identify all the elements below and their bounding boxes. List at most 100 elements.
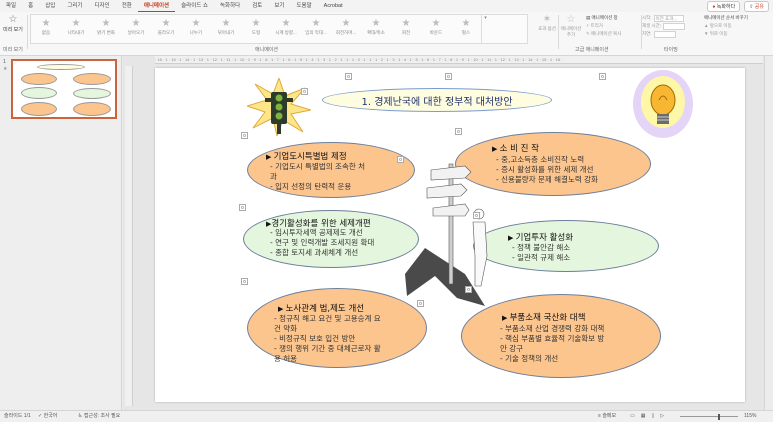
box-line: - 정책 불안감 해소 — [512, 243, 571, 252]
animation-order-marker[interactable]: 0 — [465, 286, 472, 293]
tab-6[interactable]: 애니메이션 — [137, 0, 176, 12]
animation-star-icon: ★ — [311, 18, 321, 29]
vertical-scrollbar[interactable] — [764, 56, 773, 410]
animation-option-label: 바운드 — [429, 30, 443, 35]
animation-painter-label: 애니메이션 복사 — [591, 31, 622, 36]
tab-5[interactable]: 전환 — [116, 0, 138, 12]
record-dot-icon: ● — [712, 4, 716, 10]
tab-3[interactable]: 그리기 — [61, 0, 88, 12]
animation-option[interactable]: ★ 나타내기 — [61, 15, 91, 43]
tab-4[interactable]: 디자인 — [89, 0, 116, 12]
share-button[interactable]: ⇪ 공유 — [744, 1, 769, 12]
accessibility-indicator[interactable]: ♿ 접근성: 조사 필요 — [78, 411, 120, 422]
tab-12[interactable]: Acrobat — [318, 0, 349, 12]
trigger-button[interactable]: ⚡ 트리거 — [586, 22, 621, 30]
reading-view-icon[interactable]: ▯ — [651, 411, 654, 422]
slideshow-icon[interactable]: ▷ — [660, 411, 664, 422]
animation-order-marker[interactable]: 0 — [239, 204, 246, 211]
animation-order-marker[interactable]: 0 — [241, 278, 248, 285]
animation-option[interactable]: ★ 확대/축소 — [361, 15, 391, 43]
slide-counter: 슬라이드 1/1 — [4, 413, 31, 419]
trigger-label: 트리거 — [590, 23, 603, 28]
tab-0[interactable]: 파일 — [0, 0, 22, 12]
notes-button[interactable]: ≡ 슬메모 — [598, 411, 616, 422]
notes-label: 슬메모 — [602, 413, 617, 419]
animation-star-icon: ★ — [71, 18, 81, 29]
animation-gallery: ★ 없음 ★ 나타내기 ★ 밝기 변화 ★ 날아오기 ★ 올라오기 ★ 나누기 ★ 닦아내기 ★ 도형 ★ 시계 … — [30, 14, 528, 44]
animation-order-marker[interactable]: 0 — [301, 88, 308, 95]
top-right-actions: ● 녹화하다 ⇪ 공유 — [707, 1, 769, 12]
ellipse-tax-reform[interactable]: ▶경기활성화를 위한 세제개편 - 임시투자세액 공제제도 개선 - 연구 및 … — [243, 210, 419, 268]
animation-option[interactable]: ★ 임의 막대... — [301, 15, 331, 43]
animation-order-marker[interactable]: 0 — [445, 73, 452, 80]
share-icon: ⇪ — [749, 4, 754, 10]
zoom-level[interactable]: 115% — [744, 411, 756, 422]
box-heading: 기업투자 활성화 — [515, 233, 574, 243]
preview-star-icon: ☆ — [8, 14, 18, 25]
box-heading: 소 비 진 작 — [499, 144, 539, 154]
add-animation-button[interactable]: ☆ 애니메이션 추가 — [560, 14, 582, 38]
zoom-slider-knob[interactable] — [718, 414, 720, 420]
animation-option[interactable]: ★ 나누기 — [181, 15, 211, 43]
move-later-label: 뒤로 이동 — [709, 31, 728, 36]
share-label: 공유 — [754, 4, 764, 10]
ellipse-parts-materials[interactable]: ▶ 부품소재 국산화 대책 - 부품소재 산업 경쟁력 강화 대책 - 핵심 부… — [461, 294, 661, 378]
animation-option[interactable]: ★ 회전 — [391, 15, 421, 43]
animation-option[interactable]: ★ 시계 방향... — [271, 15, 301, 43]
animation-star-icon: ★ — [101, 18, 111, 29]
animation-pane-label: 애니메이션 창 — [591, 15, 618, 20]
animation-option[interactable]: ★ 바운드 — [421, 15, 451, 43]
tab-9[interactable]: 검토 — [246, 0, 268, 12]
animation-order-marker[interactable]: 0 — [417, 300, 424, 307]
status-bar: 슬라이드 1/1 ✓ 한국어 ♿ 접근성: 조사 필요 ≡ 슬메모 ▭ ▦ ▯ … — [0, 410, 773, 422]
animation-order-marker[interactable]: 0 — [241, 132, 248, 139]
animation-painter-button[interactable]: ✎ 애니메이션 복사 — [586, 30, 621, 38]
slide-sorter-icon[interactable]: ▦ — [641, 411, 646, 422]
animation-order-marker[interactable]: 0 — [345, 73, 352, 80]
tab-10[interactable]: 보기 — [268, 0, 290, 12]
ribbon-tab-bar: 파일 홈 삽입 그리기 디자인 전환 애니메이션 슬라이드 쇼 녹화하다 검토 보기 도움말 Acrob… — [0, 0, 773, 12]
move-later-button[interactable]: ▼ 뒤로 이동 — [704, 30, 770, 38]
tab-2[interactable]: 삽입 — [39, 0, 61, 12]
slide-thumbnail[interactable] — [11, 59, 117, 119]
animation-order-marker[interactable]: 0 — [599, 73, 606, 80]
animation-order-marker[interactable]: 0 — [397, 156, 404, 163]
animation-option[interactable]: ★ 닦아내기 — [211, 15, 241, 43]
thumb-shape — [73, 73, 111, 85]
gallery-scroll-button[interactable]: ▾ — [481, 15, 489, 43]
box-line: - 임시투자세액 공제제도 개선 — [270, 228, 363, 237]
duration-field[interactable] — [663, 22, 686, 30]
animation-star-icon: ★ — [41, 18, 51, 29]
animation-order-marker[interactable]: 0 — [473, 212, 480, 219]
animation-option[interactable]: ★ 날아오기 — [121, 15, 151, 43]
language-indicator[interactable]: ✓ 한국어 — [38, 411, 57, 422]
effect-options-button[interactable]: ✶ 효과 옵션 — [538, 14, 556, 44]
preview-button[interactable]: ☆ 미리 보기 — [2, 14, 24, 46]
ellipse-investment[interactable]: ▶ 기업투자 활성화 - 정책 불안감 해소 - 일관적 규제 해소 — [473, 220, 659, 272]
tab-7[interactable]: 슬라이드 쇼 — [175, 0, 214, 12]
animation-pane-button[interactable]: ▤ 애니메이션 창 — [586, 14, 621, 22]
animation-option[interactable]: ★ 없음 — [31, 15, 61, 43]
zoom-slider[interactable] — [680, 416, 738, 417]
ellipse-labor[interactable]: ▶ 노사관계 법,제도 개선 - 정규직 해고 요건 및 고용승계 요 건 약화… — [247, 288, 427, 368]
normal-view-icon[interactable]: ▭ — [630, 411, 635, 422]
animation-order-marker[interactable]: 0 — [455, 128, 462, 135]
animation-option[interactable]: ★ 도형 — [241, 15, 271, 43]
ellipse-enterprise-city[interactable]: ▶ 기업도시특별법 제정 - 기업도시 특별법의 조속한 처 과 - 입지 선정… — [247, 142, 415, 198]
animation-option[interactable]: ★ 올라오기 — [151, 15, 181, 43]
animation-option[interactable]: ★ 밝기 변화 — [91, 15, 121, 43]
tab-8[interactable]: 녹화하다 — [214, 0, 246, 12]
animation-option[interactable]: ★ 펄스 — [451, 15, 481, 43]
tab-11[interactable]: 도움말 — [290, 0, 317, 12]
record-button[interactable]: ● 녹화하다 — [707, 1, 741, 12]
slide-canvas[interactable]: 1. 경제난국에 대한 정부적 대처방안 ▶ 기업도시특별법 제정 - 기업도시… — [155, 68, 745, 402]
spellcheck-icon: ✓ — [38, 413, 43, 419]
animation-option[interactable]: ★ 회전하며... — [331, 15, 361, 43]
move-earlier-button[interactable]: ▲ 앞으로 이동 — [704, 22, 770, 30]
tab-1[interactable]: 홈 — [22, 0, 39, 12]
delay-field[interactable] — [653, 30, 676, 38]
trigger-icon: ⚡ — [586, 23, 590, 28]
slide-title[interactable]: 1. 경제난국에 대한 정부적 대처방안 — [322, 88, 552, 112]
animation-star-icon: ★ — [461, 18, 471, 29]
start-dropdown[interactable]: 이전 효과... — [653, 14, 684, 22]
